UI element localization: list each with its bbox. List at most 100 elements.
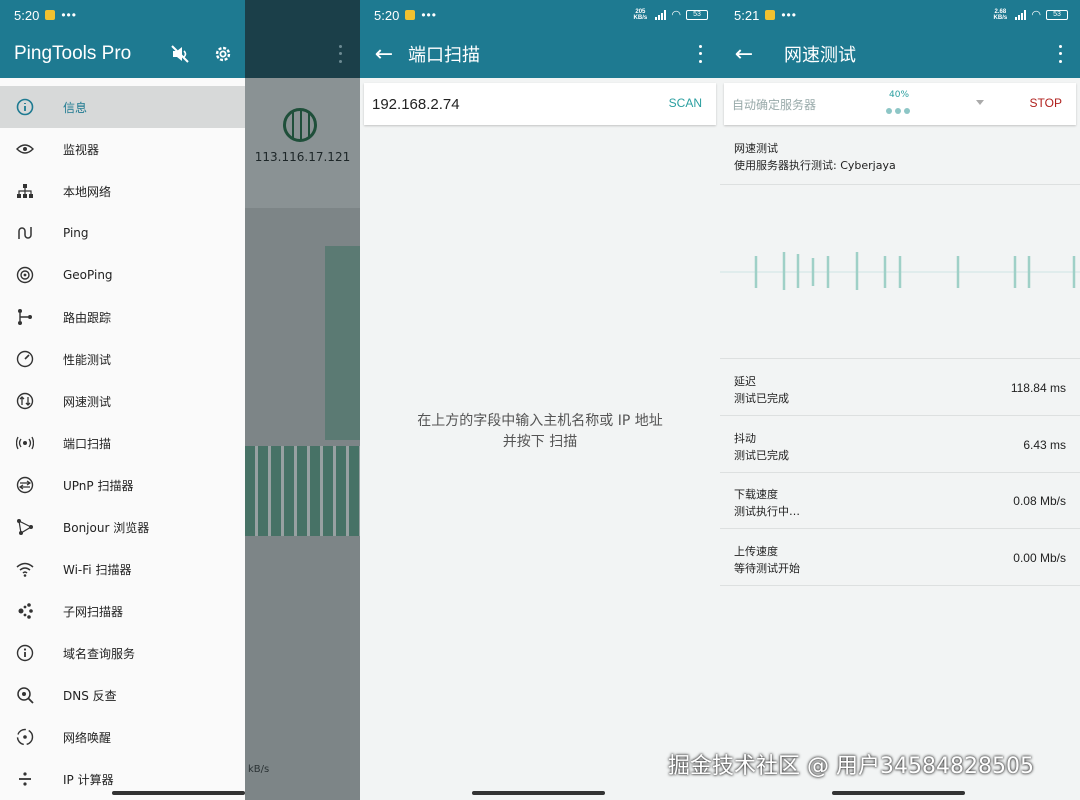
status-bar: 5:21 ••• 2.68 KB/s ◠ 53	[720, 0, 1080, 30]
notification-icon	[765, 10, 776, 20]
signal-icon	[1015, 9, 1027, 20]
home-indicator[interactable]	[832, 791, 965, 795]
upnp-icon	[0, 476, 50, 494]
status-time: 5:20	[374, 7, 400, 23]
watermark: 掘金技术社区 @ 用户3458482850​5	[668, 754, 1034, 779]
app-title: PingTools Pro	[14, 43, 132, 64]
gauge-icon	[0, 350, 50, 368]
globe-icon	[283, 108, 317, 142]
drawer-item-label: 子网扫描器	[63, 604, 124, 619]
result-value: 0.08 Mb/s	[1013, 494, 1066, 508]
drawer-item[interactable]: GeoPing	[0, 254, 245, 296]
result-label: 延迟	[734, 375, 756, 388]
drawer-item[interactable]: 监视器	[0, 128, 245, 170]
drawer-item[interactable]: 路由跟踪	[0, 296, 245, 338]
drawer-item[interactable]: 网络唤醒	[0, 716, 245, 758]
home-indicator[interactable]	[112, 791, 245, 795]
drawer-header: PingTools Pro	[0, 30, 245, 78]
drawer-item[interactable]: 端口扫描	[0, 422, 245, 464]
drawer-item[interactable]: DNS 反查	[0, 674, 245, 716]
background-ip-card: 113.116.17.121	[245, 78, 360, 208]
drawer-item-label: 端口扫描	[63, 436, 112, 451]
portscan-icon	[0, 434, 50, 452]
ping-icon	[0, 224, 50, 242]
back-arrow-icon[interactable]: ←	[360, 42, 408, 67]
result-row: 下载速度 测试执行中… 0.08 Mb/s	[720, 472, 1080, 528]
dns-search-icon	[0, 686, 50, 704]
background-unit-label: kB/s	[248, 764, 270, 775]
background-ip-address: 113.116.17.121	[254, 150, 351, 164]
divider	[720, 584, 1080, 586]
background-toolbar	[245, 30, 360, 78]
result-status: 等待测试开始	[734, 561, 800, 575]
test-info-server: 使用服务器执行测试: Cyberjaya	[734, 159, 896, 172]
empty-hint: 在上方的字段中输入主机名称或 IP 地址 并按下 扫描	[360, 411, 720, 453]
screen-speed-test: 5:21 ••• 2.68 KB/s ◠ 53 ← 网速测试 自动确定服务器 4…	[720, 0, 1080, 800]
result-status: 测试已完成	[734, 392, 789, 405]
bonjour-icon	[0, 518, 50, 536]
wifi-icon: ◠	[1031, 9, 1041, 21]
calculator-icon	[0, 770, 50, 788]
drawer-item[interactable]: Ping	[0, 212, 245, 254]
more-notifications-icon: •••	[781, 8, 797, 22]
drawer-item[interactable]: Wi-Fi 扫描器	[0, 548, 245, 590]
screen-port-scan: 5:20 ••• 205 KB/s ◠ 53 ← 端口扫描 SCAN 在上方的字…	[360, 0, 720, 800]
drawer-item-label: GeoPing	[63, 268, 113, 282]
result-row: 抖动 测试已完成 6.43 ms	[720, 416, 1080, 472]
drawer-item[interactable]: 本地网络	[0, 170, 245, 212]
result-row: 上传速度 等待测试开始 0.00 Mb/s	[720, 529, 1080, 585]
gear-icon[interactable]	[213, 44, 233, 64]
result-label: 上传速度	[734, 544, 778, 558]
drawer-item[interactable]: 性能测试	[0, 338, 245, 380]
drawer-item[interactable]: 子网扫描器	[0, 590, 245, 632]
mute-icon[interactable]	[170, 44, 190, 64]
eye-icon	[0, 140, 50, 158]
stop-button[interactable]: STOP	[1030, 96, 1062, 110]
scan-button[interactable]: SCAN	[669, 96, 702, 110]
network-speed: 2.68 KB/s	[993, 8, 1008, 21]
background-chart	[325, 246, 360, 440]
drawer-item-label: DNS 反查	[63, 688, 117, 703]
screen-navigation-drawer: 113.116.17.121 kB/s 5:20 ••• PingTools P…	[0, 0, 360, 800]
drawer-item[interactable]: Bonjour 浏览器	[0, 506, 245, 548]
page-title: 网速测试	[784, 45, 856, 65]
drawer-item[interactable]: 信息	[0, 86, 245, 128]
more-notifications-icon: •••	[421, 8, 437, 22]
page-title: 端口扫描	[408, 45, 480, 65]
drawer-item-label: 监视器	[63, 142, 100, 157]
back-arrow-icon[interactable]: ←	[720, 42, 768, 67]
geoping-icon	[0, 266, 50, 284]
drawer-item[interactable]: 网速测试	[0, 380, 245, 422]
server-selector[interactable]: 自动确定服务器 40% STOP	[724, 83, 1076, 125]
navigation-drawer: 5:20 ••• PingTools Pro 信息监视器本地网络 Ping GeoP…	[0, 0, 245, 800]
whois-icon	[0, 644, 50, 662]
notification-icon	[405, 10, 416, 20]
drawer-item[interactable]: UPnP 扫描器	[0, 464, 245, 506]
status-time: 5:20	[14, 7, 40, 23]
toolbar: ← 端口扫描	[360, 30, 720, 78]
drawer-item[interactable]: 域名查询服务	[0, 632, 245, 674]
hint-line-1: 在上方的字段中输入主机名称或 IP 地址	[417, 413, 663, 429]
server-placeholder: 自动确定服务器	[732, 98, 817, 112]
host-input[interactable]	[372, 93, 632, 115]
result-row: 延迟测试已完成 118.84 ms	[720, 359, 1080, 415]
status-bar: 5:20 •••	[0, 0, 245, 30]
more-options-icon[interactable]	[690, 43, 710, 65]
drawer-item-label: Ping	[63, 226, 89, 240]
home-indicator[interactable]	[472, 791, 605, 795]
drawer-menu: 信息监视器本地网络 Ping GeoPing 路由跟踪 性能测试 网速测试端口扫描 UPnP…	[0, 86, 245, 800]
speed-waveform	[720, 252, 1080, 290]
status-bar: 5:20 ••• 205 KB/s ◠ 53	[360, 0, 720, 30]
battery-icon: 53	[1046, 9, 1068, 20]
drawer-item-label: Wi-Fi 扫描器	[63, 562, 132, 577]
progress-percent: 40%	[889, 90, 910, 100]
more-options-icon[interactable]	[1050, 43, 1070, 65]
host-input-card: SCAN	[364, 83, 716, 125]
traceroute-icon	[0, 308, 50, 326]
result-label: 抖动	[734, 431, 756, 445]
toolbar: ← 网速测试	[720, 30, 1080, 78]
wifi-icon: ◠	[671, 9, 681, 21]
drawer-item-label: Bonjour 浏览器	[63, 520, 150, 535]
dropdown-caret-icon[interactable]	[976, 100, 984, 105]
result-value: 118.84 ms	[1010, 381, 1066, 395]
